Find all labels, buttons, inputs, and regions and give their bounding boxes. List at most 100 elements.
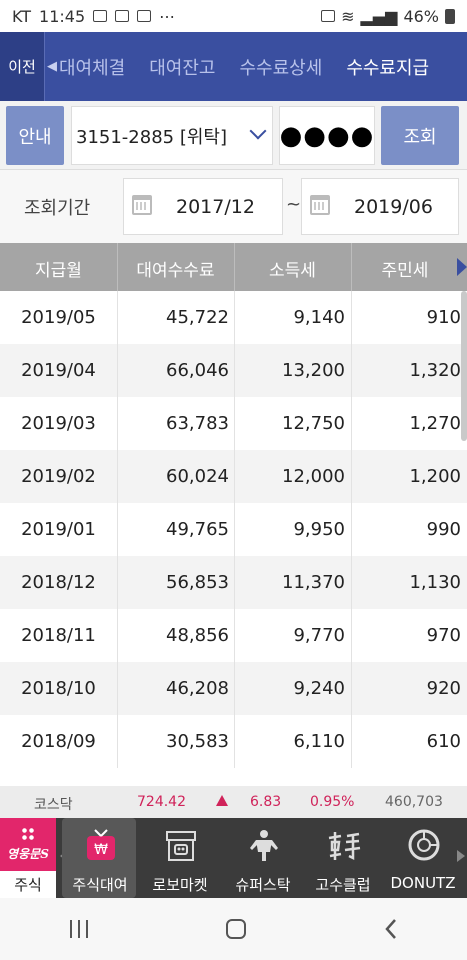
up-arrow-icon	[216, 795, 228, 806]
cell-loan-fee: 63,783	[166, 413, 229, 434]
ticker-price: 724.42	[137, 794, 186, 810]
cell-income-tax: 6,110	[293, 731, 345, 752]
notification-icon	[115, 10, 130, 22]
table-row[interactable]: 2019/03 63,783 12,750 1,270	[0, 397, 467, 450]
guide-button[interactable]: 안내	[6, 106, 64, 165]
wifi-icon: ≋	[341, 6, 355, 26]
cell-pay-month: 2018/10	[21, 678, 96, 699]
tab-loan-execution[interactable]: 대여체결	[57, 54, 137, 80]
superhero-icon	[250, 830, 278, 861]
bottom-menu-bar: 영웅문S 주식 ₩ 주식대여 로보마켓 슈퍼스탁 고수클럽 DONUTZ	[0, 818, 467, 898]
ticker-index-name: 코스닥	[34, 797, 73, 813]
ticker-change: 6.83	[250, 794, 282, 810]
cell-pay-month: 2018/11	[21, 625, 96, 646]
query-button[interactable]: 조회	[381, 106, 459, 165]
chevron-down-icon	[249, 122, 267, 140]
top-nav: 이전 ◀ 대여체결 대여잔고 수수료상세 수수료지급	[0, 32, 467, 101]
cell-income-tax: 9,140	[293, 307, 345, 328]
cell-pay-month: 2019/04	[21, 360, 96, 381]
table-row[interactable]: 2018/10 46,208 9,240 920	[0, 662, 467, 715]
cell-pay-month: 2019/03	[21, 413, 96, 434]
robot-shop-icon	[166, 831, 196, 861]
table-row[interactable]: 2019/01 49,765 9,950 990	[0, 503, 467, 556]
start-date-picker[interactable]: 2017/12	[123, 178, 283, 235]
column-header-loan-fee[interactable]: 대여수수료	[117, 256, 234, 281]
cell-loan-fee: 56,853	[166, 572, 229, 593]
cell-resident-tax: 1,320	[409, 360, 461, 381]
table-row[interactable]: 2018/12 56,853 11,370 1,130	[0, 556, 467, 609]
menu-stock-lending[interactable]: ₩ 주식대여	[62, 818, 136, 898]
table-row[interactable]: 2018/11 48,856 9,770 970	[0, 609, 467, 662]
cell-resident-tax: 610	[426, 731, 461, 752]
table-row[interactable]: 2019/05 45,722 9,140 910	[0, 291, 467, 344]
market-ticker[interactable]: 코스닥 724.42 6.83 0.95% 460,703	[0, 786, 467, 818]
brand-label: 주식	[14, 876, 42, 894]
hd-icon	[321, 10, 336, 22]
table-row[interactable]: 2019/02 60,024 12,000 1,200	[0, 450, 467, 503]
cell-loan-fee: 60,024	[166, 466, 229, 487]
cell-income-tax: 9,770	[293, 625, 345, 646]
table-row[interactable]: 2019/04 66,046 13,200 1,320	[0, 344, 467, 397]
menu-super-stock[interactable]: 슈퍼스탁	[225, 818, 301, 898]
more-notifications-icon: ⋯	[159, 6, 176, 26]
password-field[interactable]: ●●●●	[279, 106, 375, 165]
cell-pay-month: 2018/09	[21, 731, 96, 752]
search-row: 안내 3151-2885 [위탁] ●●●● 조회	[0, 101, 467, 170]
menu-label: DONUTZ	[390, 874, 456, 892]
start-date-value: 2017/12	[176, 195, 255, 218]
fee-table-body[interactable]: 2019/05 45,722 9,140 910 2019/04 66,046 13,200…	[0, 291, 467, 786]
back-icon[interactable]	[382, 917, 400, 941]
recent-apps-icon[interactable]	[67, 918, 91, 940]
home-icon[interactable]	[224, 917, 248, 941]
cell-income-tax: 12,000	[282, 466, 345, 487]
cell-income-tax: 9,950	[293, 519, 345, 540]
column-header-income-tax[interactable]: 소득세	[234, 256, 351, 281]
cell-pay-month: 2018/12	[21, 572, 96, 593]
gosu-calligraphy-icon	[328, 832, 361, 861]
cell-resident-tax: 910	[426, 307, 461, 328]
cell-loan-fee: 46,208	[166, 678, 229, 699]
cell-loan-fee: 66,046	[166, 360, 229, 381]
scroll-columns-right-icon[interactable]	[457, 258, 467, 276]
end-date-picker[interactable]: 2019/06	[301, 178, 459, 235]
gallery-icon	[93, 10, 108, 22]
menu-robo-market[interactable]: 로보마켓	[142, 818, 218, 898]
won-tv-icon: ₩	[87, 829, 115, 860]
cell-pay-month: 2019/05	[21, 307, 96, 328]
battery-icon	[445, 8, 455, 24]
tab-loan-balance[interactable]: 대여잔고	[137, 54, 227, 80]
cell-income-tax: 12,750	[282, 413, 345, 434]
calendar-icon	[310, 195, 330, 215]
tab-fee-detail[interactable]: 수수료상세	[228, 54, 335, 80]
clock: 11:45	[39, 6, 86, 26]
cell-pay-month: 2019/01	[21, 519, 96, 540]
cell-pay-month: 2019/02	[21, 466, 96, 487]
column-header-resident-tax[interactable]: 주민세	[351, 256, 459, 281]
account-select[interactable]: 3151-2885 [위탁]	[71, 106, 273, 165]
end-date-value: 2019/06	[354, 195, 433, 218]
table-header: 지급월 대여수수료 소득세 주민세	[0, 243, 467, 291]
brand-menu[interactable]: 영웅문S 주식	[0, 818, 56, 898]
calendar-icon	[132, 195, 152, 215]
svg-text:₩: ₩	[94, 842, 108, 858]
back-button[interactable]: 이전	[0, 32, 45, 101]
cell-resident-tax: 1,270	[409, 413, 461, 434]
cell-resident-tax: 920	[426, 678, 461, 699]
scrollbar[interactable]	[461, 291, 467, 441]
tab-fee-payment[interactable]: 수수료지급	[334, 54, 441, 80]
period-row: 조회기간 2017/12 ~ 2019/06	[0, 170, 467, 243]
system-nav-bar	[0, 898, 467, 960]
menu-gosu-club[interactable]: 고수클럽	[305, 818, 381, 898]
status-bar: KT 11:45 ⋯ ≋ ▂▄▆ 46%	[0, 0, 467, 32]
cell-loan-fee: 30,583	[166, 731, 229, 752]
cell-loan-fee: 45,722	[166, 307, 229, 328]
menu-donutz[interactable]: DONUTZ	[385, 818, 461, 898]
menu-label: 슈퍼스탁	[235, 876, 291, 894]
table-row[interactable]: 2018/09 30,583 6,110 610	[0, 715, 467, 768]
menu-label: 주식대여	[72, 876, 128, 894]
tab-scroll-left-icon[interactable]: ◀	[47, 59, 57, 74]
cell-income-tax: 13,200	[282, 360, 345, 381]
column-header-pay-month[interactable]: 지급월	[0, 256, 117, 281]
menu-scroll-right-icon[interactable]	[457, 850, 465, 862]
cell-loan-fee: 49,765	[166, 519, 229, 540]
